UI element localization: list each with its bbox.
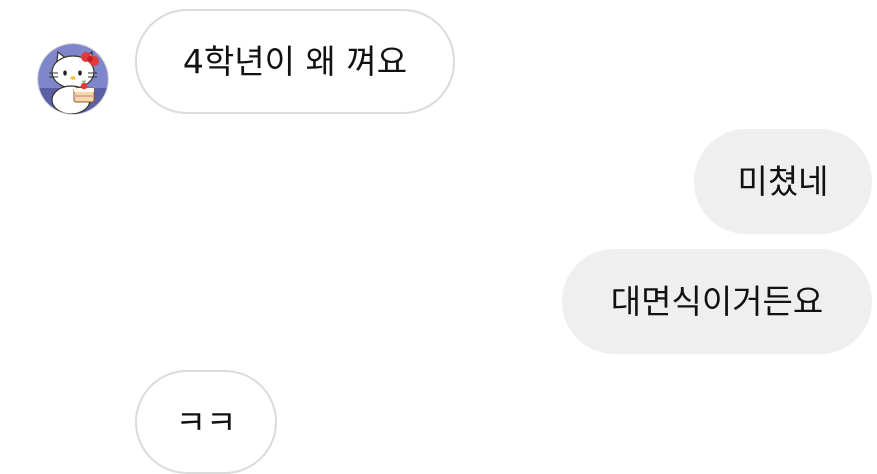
sender-avatar[interactable] — [38, 44, 108, 114]
chat-thread: 4학년이 왜 껴요 미쳤네 대면식이거든요 ㅋㅋ — [0, 0, 877, 474]
message-text: ㅋㅋ — [175, 402, 237, 442]
hello-kitty-cake-avatar-icon — [38, 44, 108, 114]
message-text: 미쳤네 — [737, 162, 829, 201]
message-text: 대면식이거든요 — [610, 282, 824, 321]
message-text: 4학년이 왜 껴요 — [182, 42, 408, 81]
incoming-message-bubble[interactable]: 4학년이 왜 껴요 — [135, 9, 455, 114]
outgoing-message-bubble[interactable]: 미쳤네 — [694, 129, 872, 234]
incoming-message-bubble[interactable]: ㅋㅋ — [135, 370, 277, 474]
outgoing-message-bubble[interactable]: 대면식이거든요 — [562, 249, 872, 354]
